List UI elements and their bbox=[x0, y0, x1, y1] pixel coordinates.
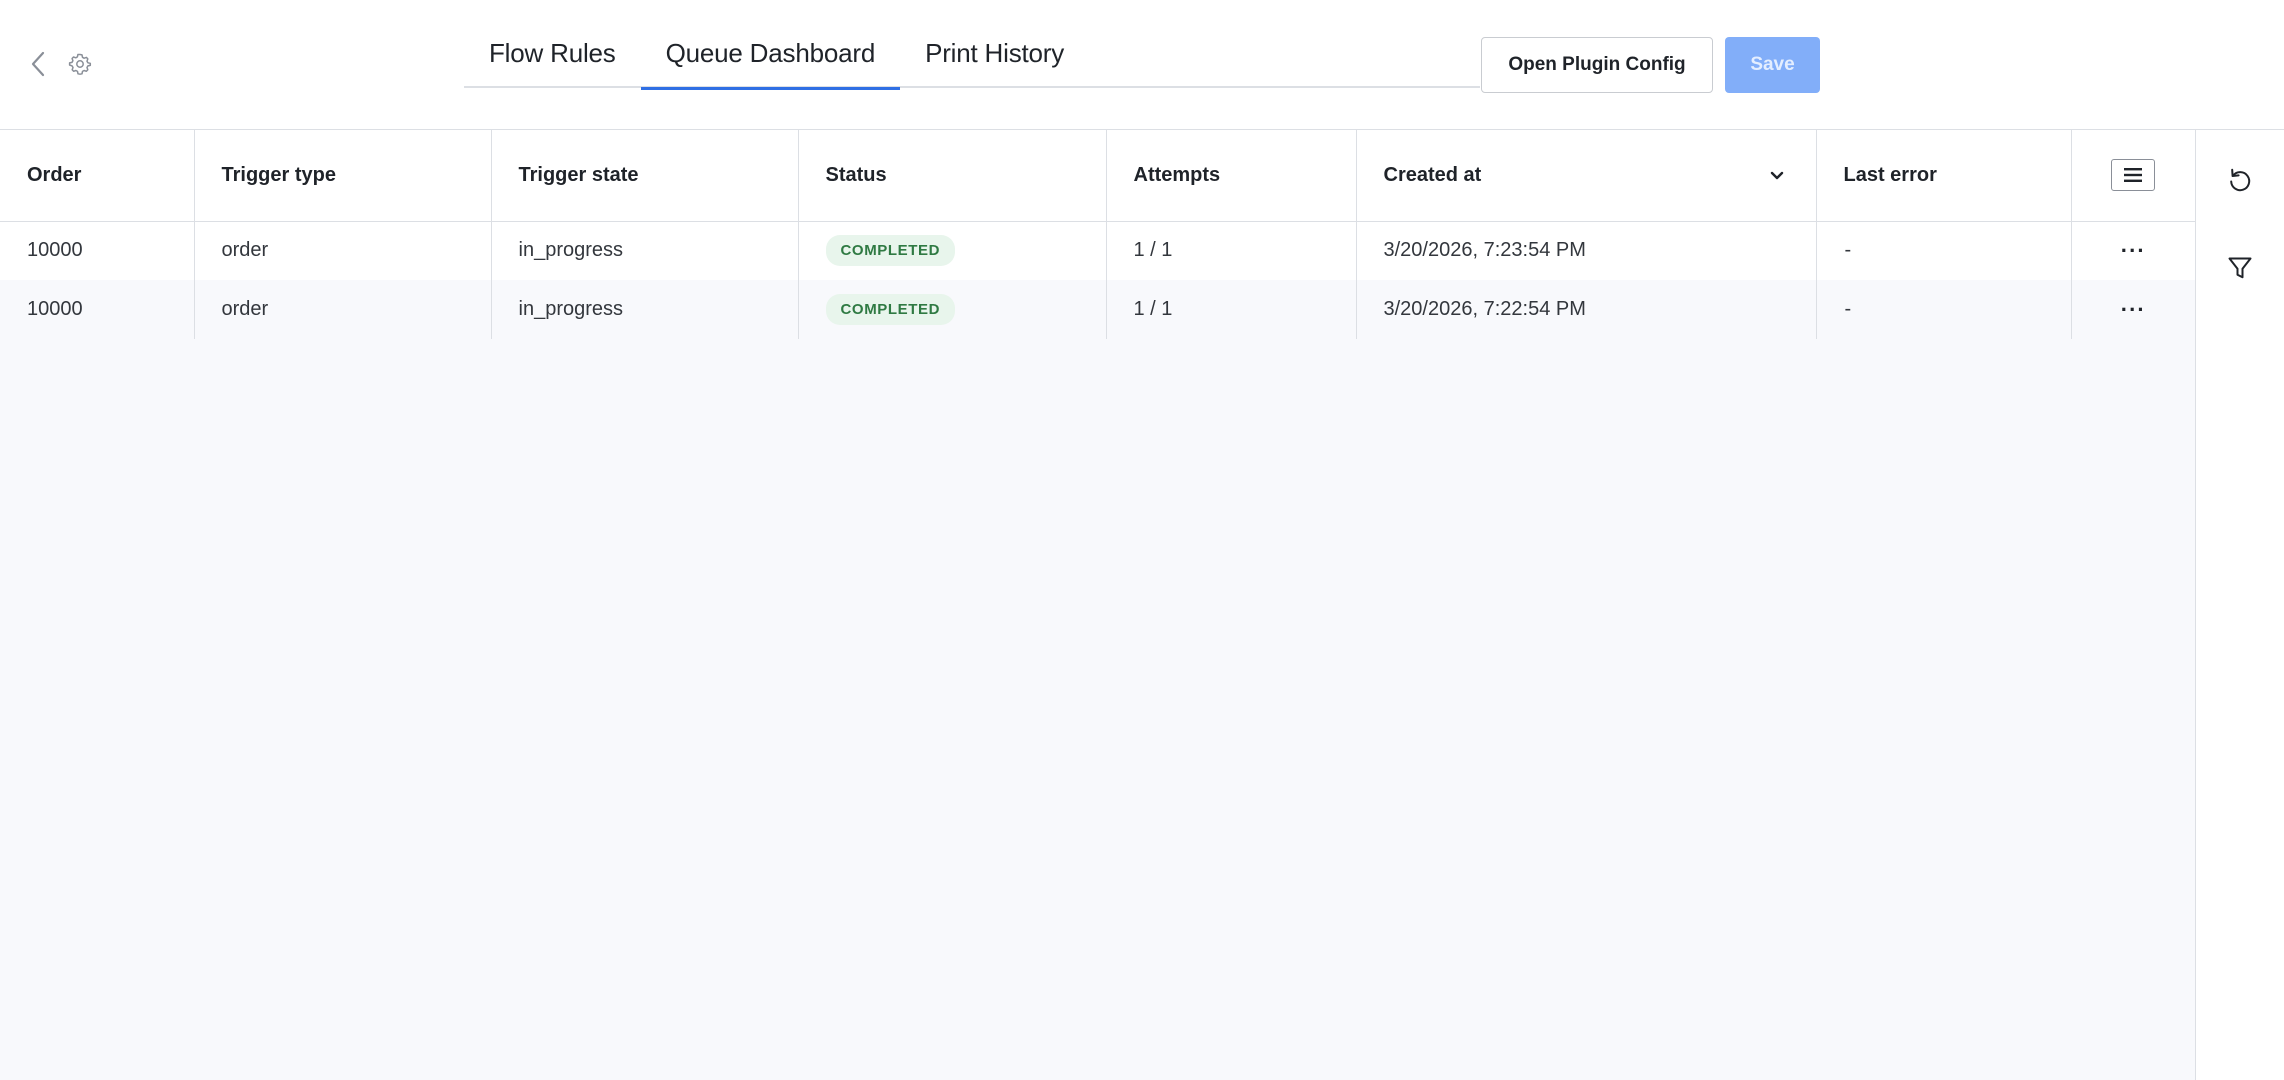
cell-actions: ··· bbox=[2071, 221, 2195, 280]
column-header-order[interactable]: Order bbox=[0, 130, 195, 222]
table-header-row: Order Trigger type Trigger state Status … bbox=[0, 130, 2195, 222]
column-header-actions bbox=[2071, 130, 2195, 222]
cell-attempts: 1 / 1 bbox=[1106, 280, 1357, 339]
header-bar: Flow Rules Queue Dashboard Print History… bbox=[0, 0, 2284, 130]
table-row[interactable]: 10000 order in_progress COMPLETED 1 / 1 … bbox=[0, 280, 2195, 339]
right-toolbar bbox=[2195, 130, 2284, 1080]
queue-table-area: Order Trigger type Trigger state Status … bbox=[0, 130, 2195, 1080]
chevron-left-icon bbox=[31, 51, 45, 77]
column-header-trigger-type[interactable]: Trigger type bbox=[194, 130, 492, 222]
column-header-attempts[interactable]: Attempts bbox=[1106, 130, 1357, 222]
back-button[interactable] bbox=[24, 48, 52, 80]
open-plugin-config-button[interactable]: Open Plugin Config bbox=[1481, 37, 1713, 93]
column-header-trigger-state[interactable]: Trigger state bbox=[491, 130, 799, 222]
queue-table: Order Trigger type Trigger state Status … bbox=[0, 130, 2195, 339]
cell-attempts: 1 / 1 bbox=[1106, 221, 1357, 280]
column-header-last-error[interactable]: Last error bbox=[1816, 130, 2072, 222]
cell-status: COMPLETED bbox=[798, 221, 1107, 280]
tab-flow-rules[interactable]: Flow Rules bbox=[464, 30, 641, 88]
cell-trigger-state: in_progress bbox=[491, 221, 799, 280]
cell-created-at: 3/20/2026, 7:22:54 PM bbox=[1356, 280, 1817, 339]
column-header-created-at[interactable]: Created at bbox=[1356, 130, 1817, 222]
cell-actions: ··· bbox=[2071, 280, 2195, 339]
tab-bar: Flow Rules Queue Dashboard Print History bbox=[464, 30, 1480, 90]
gear-icon bbox=[68, 53, 92, 75]
tab-print-history[interactable]: Print History bbox=[900, 30, 1089, 88]
refresh-button[interactable] bbox=[2222, 162, 2258, 198]
save-button[interactable]: Save bbox=[1725, 37, 1820, 93]
status-badge: COMPLETED bbox=[825, 294, 956, 325]
settings-button[interactable] bbox=[66, 50, 94, 78]
chevron-down-icon[interactable] bbox=[1768, 166, 1786, 184]
cell-trigger-type: order bbox=[194, 280, 492, 339]
tab-queue-dashboard[interactable]: Queue Dashboard bbox=[640, 30, 901, 90]
cell-last-error: - bbox=[1816, 221, 2072, 280]
filter-icon bbox=[2228, 257, 2252, 279]
column-header-created-at-label: Created at bbox=[1383, 163, 1482, 186]
menu-lines-icon bbox=[2124, 168, 2143, 183]
row-more-actions-button[interactable]: ··· bbox=[2121, 238, 2146, 263]
row-more-actions-button[interactable]: ··· bbox=[2121, 297, 2146, 322]
cell-trigger-state: in_progress bbox=[491, 280, 799, 339]
table-row[interactable]: 10000 order in_progress COMPLETED 1 / 1 … bbox=[0, 221, 2195, 280]
column-settings-button[interactable] bbox=[2111, 159, 2156, 192]
cell-status: COMPLETED bbox=[798, 280, 1107, 339]
refresh-icon bbox=[2230, 168, 2251, 192]
filter-button[interactable] bbox=[2222, 250, 2258, 286]
cell-trigger-type: order bbox=[194, 221, 492, 280]
column-header-status[interactable]: Status bbox=[798, 130, 1107, 222]
status-badge: COMPLETED bbox=[825, 235, 956, 267]
cell-last-error: - bbox=[1816, 280, 2072, 339]
cell-created-at: 3/20/2026, 7:23:54 PM bbox=[1356, 221, 1817, 280]
cell-order: 10000 bbox=[0, 221, 195, 280]
cell-order: 10000 bbox=[0, 280, 195, 339]
